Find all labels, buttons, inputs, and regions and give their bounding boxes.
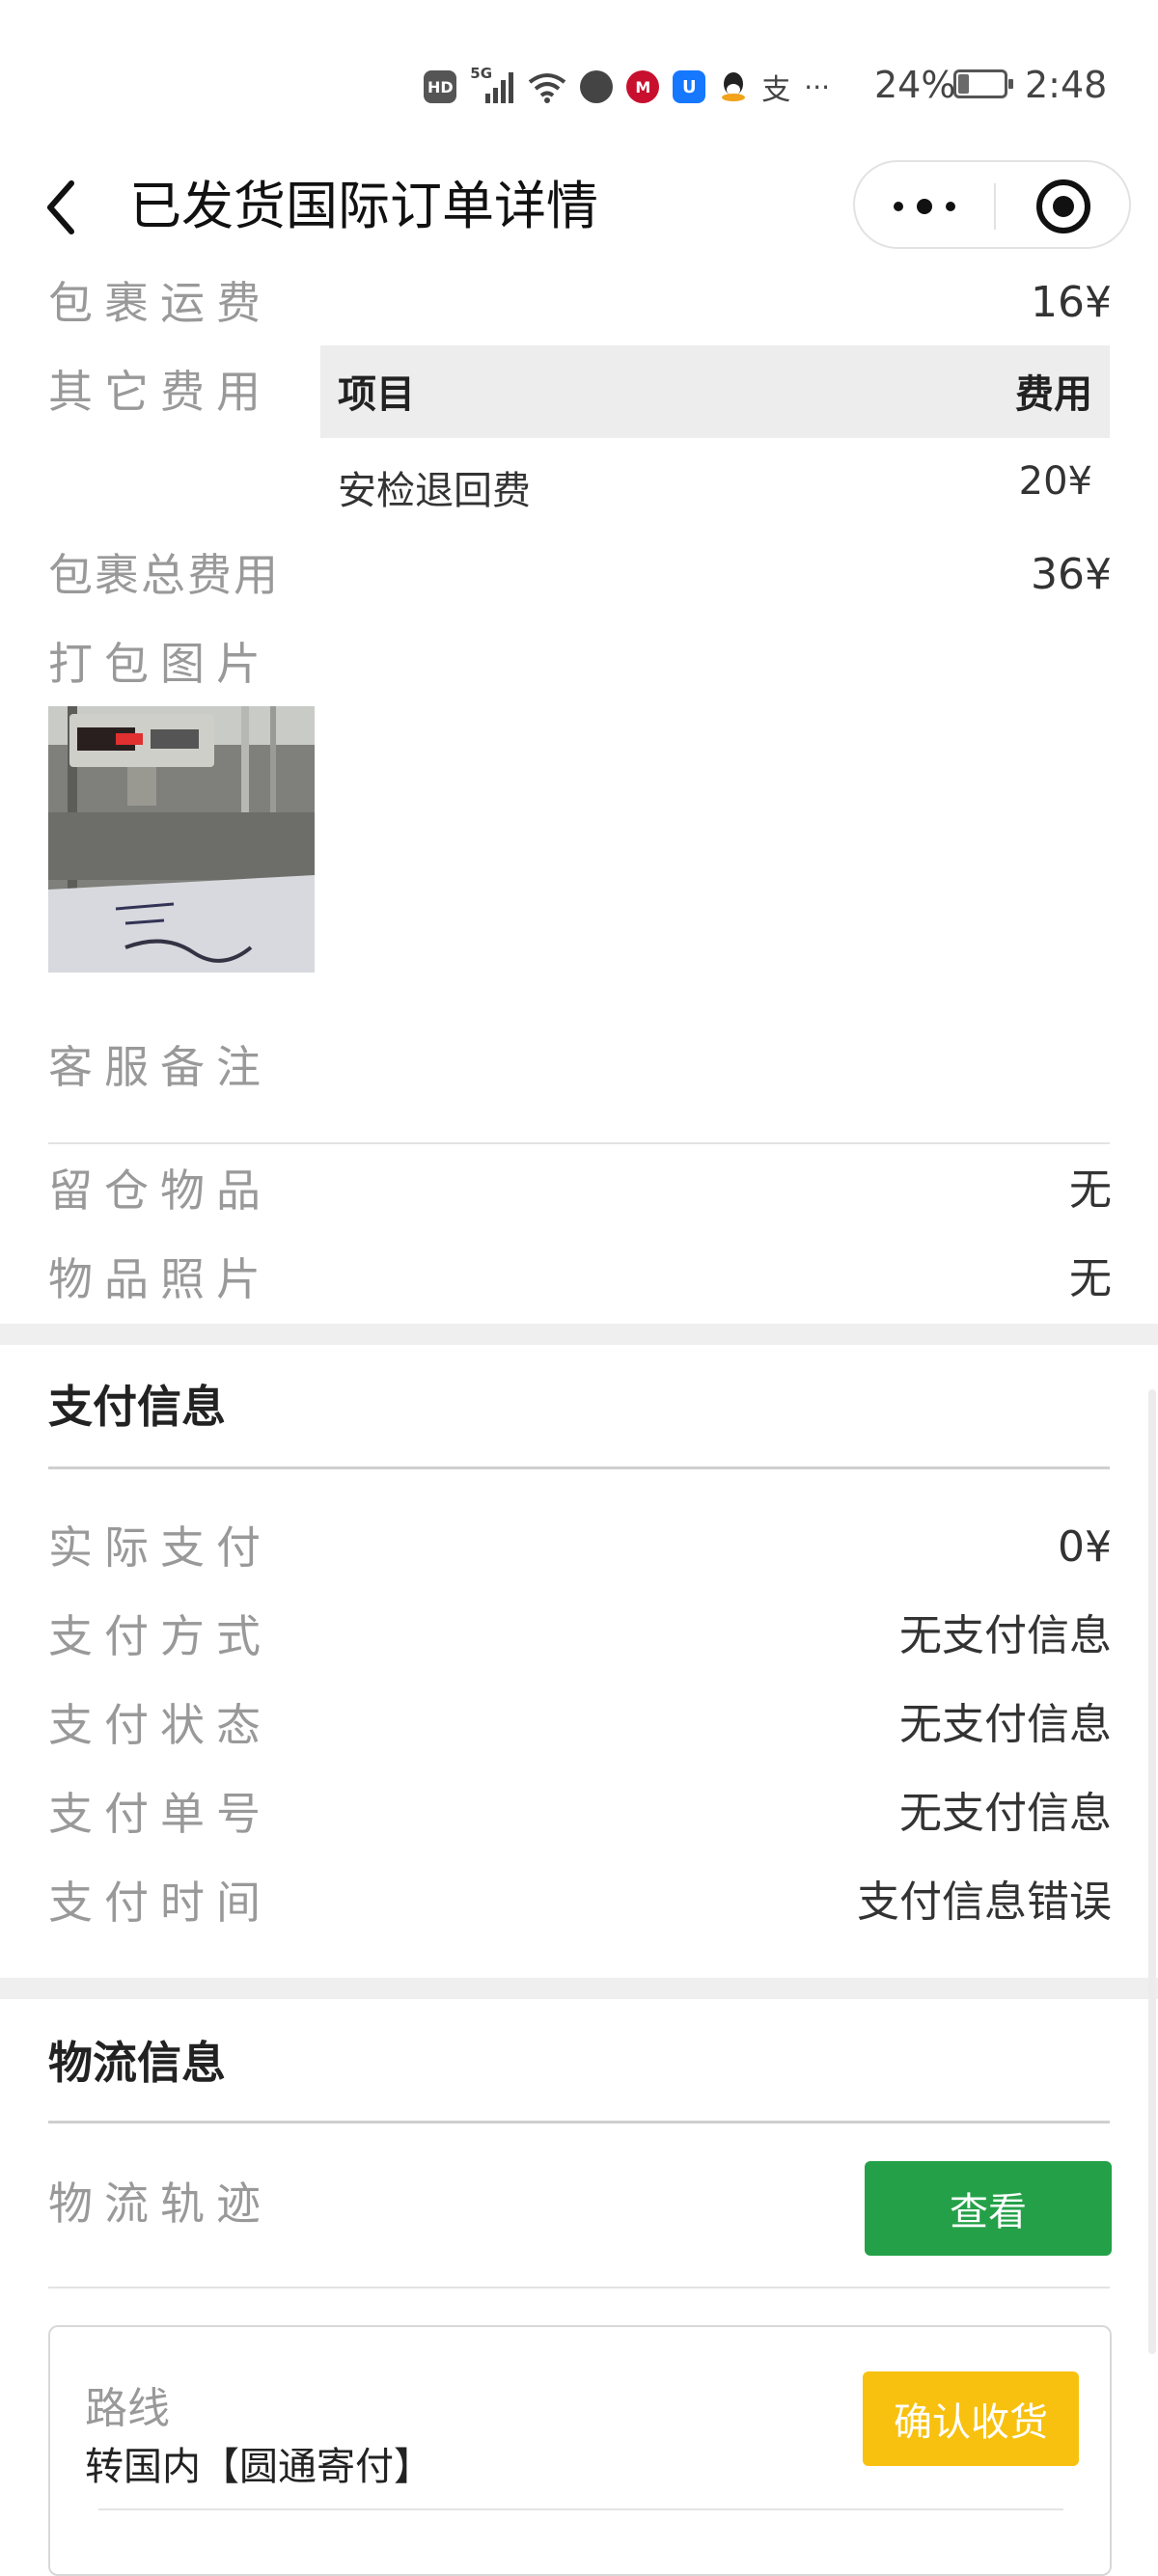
route-card: 路线 转国内【圆通寄付】 确认收货 (48, 2325, 1112, 2576)
other-fees-label: 其它费用 (48, 366, 272, 418)
network-type: 5G (470, 65, 493, 82)
total-fee-value: 36¥ (1031, 550, 1112, 599)
app-notification-icon: U (673, 70, 706, 103)
view-logistics-button[interactable]: 查看 (865, 2161, 1112, 2256)
qq-icon (722, 72, 746, 101)
payment-row-label: 支付状态 (48, 1699, 272, 1751)
packing-photo-thumbnail[interactable] (48, 706, 315, 973)
alipay-icon: 支 (761, 73, 791, 107)
card-divider (98, 2508, 1063, 2510)
status-bar: HD 5G M U 支 ··· 24% 2:48 (0, 0, 1158, 164)
section-separator (0, 1978, 1158, 1999)
cmb-bank-icon: M (626, 70, 660, 103)
battery-icon (953, 69, 1013, 98)
capsule-divider (994, 183, 996, 230)
more-notifications-icon: ··· (804, 70, 830, 103)
fee-table-header: 项目 费用 (320, 345, 1110, 438)
payment-row-value: 支付信息错误 (857, 1877, 1112, 1927)
route-label: 路线 (85, 2384, 170, 2433)
signal-icon: 5G (470, 65, 514, 103)
wifi-icon (529, 73, 566, 103)
payment-title-divider (48, 1466, 1110, 1469)
item-photos-label: 物品照片 (48, 1253, 272, 1305)
payment-row-value: 无支付信息 (899, 1700, 1112, 1749)
page-title: 已发货国际订单详情 (129, 176, 598, 236)
logistics-title-divider (48, 2121, 1110, 2124)
browser-icon (580, 70, 614, 103)
clock: 2:48 (1025, 64, 1108, 106)
fee-item-name: 安检退回费 (338, 469, 531, 513)
back-arrow-icon[interactable] (39, 174, 87, 241)
packing-photo-image (48, 706, 315, 973)
fee-table-header-item: 项目 (338, 372, 415, 417)
battery-fill (958, 74, 969, 94)
battery-percent: 24% (874, 64, 956, 106)
payment-row-value: 无支付信息 (899, 1611, 1112, 1660)
cs-note-label: 客服备注 (48, 1041, 272, 1093)
parcel-freight-label: 包裹运费 (48, 277, 272, 329)
miniprogram-capsule (853, 160, 1131, 249)
item-photos-value: 无 (1069, 1254, 1112, 1303)
hd-icon: HD (424, 70, 457, 103)
payment-row-label: 支付单号 (48, 1788, 272, 1840)
parcel-freight-value: 16¥ (1031, 278, 1112, 327)
section-separator (0, 1324, 1158, 1345)
payment-section-title: 支付信息 (48, 1381, 226, 1433)
retained-items-value: 无 (1069, 1165, 1112, 1215)
fee-table-header-fee: 费用 (1015, 372, 1092, 417)
divider (48, 2287, 1110, 2288)
payment-row-value: 0¥ (1058, 1522, 1112, 1572)
payment-row-label: 实际支付 (48, 1521, 272, 1574)
total-fee-label: 包裹总费用 (48, 549, 280, 601)
close-miniprogram-icon[interactable] (1036, 179, 1090, 233)
more-options-icon[interactable] (894, 191, 955, 222)
payment-row-label: 支付方式 (48, 1610, 272, 1662)
fee-item-amount: 20¥ (1018, 459, 1092, 504)
route-value: 转国内【圆通寄付】 (85, 2445, 432, 2489)
payment-row-value: 无支付信息 (899, 1789, 1112, 1838)
packing-photo-label: 打包图片 (48, 638, 272, 690)
status-icons: HD 5G M U 支 ··· (424, 65, 830, 108)
logistics-track-label: 物流轨迹 (48, 2178, 272, 2230)
divider (48, 1142, 1110, 1144)
payment-row-label: 支付时间 (48, 1877, 272, 1929)
retained-items-label: 留仓物品 (48, 1165, 272, 1217)
scrollbar[interactable] (1148, 1389, 1156, 2354)
logistics-section-title: 物流信息 (48, 2037, 226, 2089)
confirm-receipt-button[interactable]: 确认收货 (863, 2371, 1079, 2466)
